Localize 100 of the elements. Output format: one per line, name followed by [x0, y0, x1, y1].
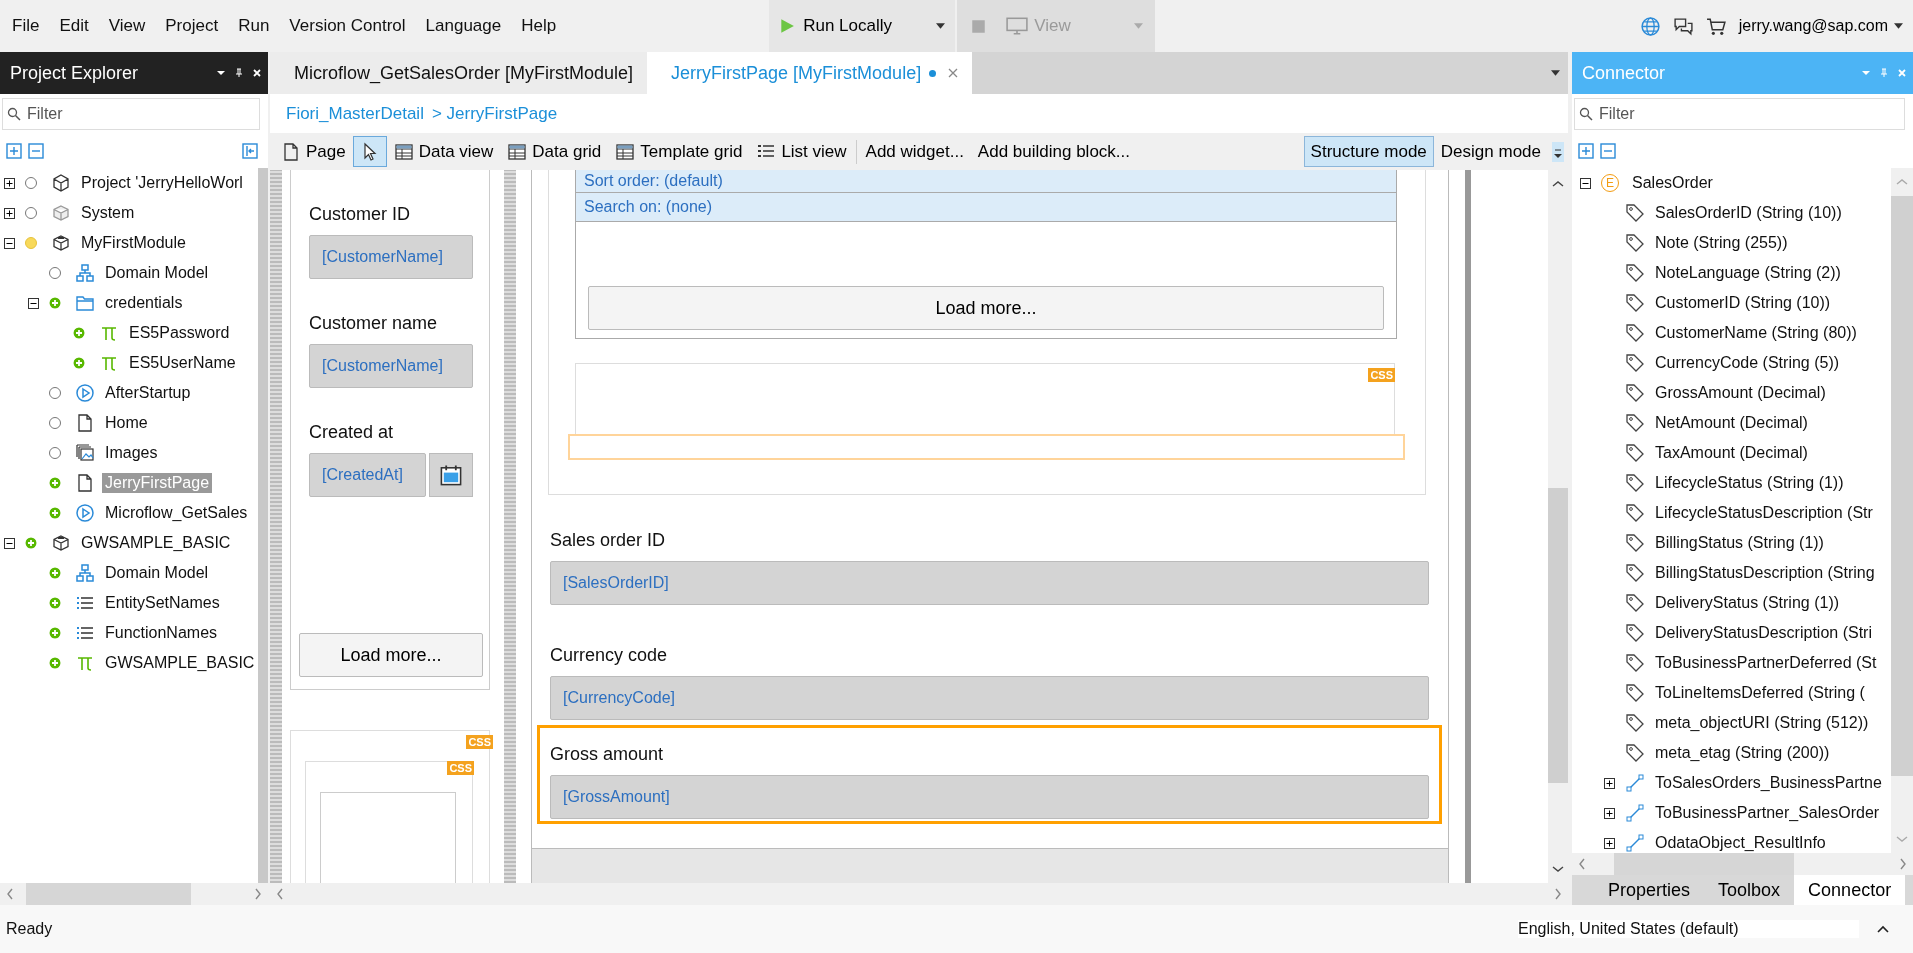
- pin-icon[interactable]: [234, 68, 244, 78]
- tree-item[interactable]: Note (String (255)): [1652, 233, 1791, 253]
- tree-item[interactable]: AfterStartup: [102, 383, 194, 403]
- menu-item[interactable]: View: [98, 16, 156, 36]
- toolbar-button[interactable]: Data view: [386, 136, 501, 167]
- filter-field[interactable]: Filter: [2, 98, 260, 130]
- toolbar-button[interactable]: Data grid: [500, 136, 609, 167]
- collapse-icon[interactable]: [1580, 177, 1591, 189]
- tree-item[interactable]: GWSAMPLE_BASIC: [102, 653, 258, 673]
- scroll-thumb[interactable]: [26, 883, 191, 905]
- expand-icon[interactable]: [1604, 837, 1615, 849]
- expand-all-icon[interactable]: [1578, 143, 1594, 159]
- input-field[interactable]: [GrossAmount]: [550, 775, 1429, 819]
- collapse-icon[interactable]: [28, 297, 39, 309]
- scroll-down-icon[interactable]: [1552, 865, 1564, 873]
- form-field-block[interactable]: Sales order ID [SalesOrderID]: [537, 495, 1442, 610]
- editor-tab[interactable]: Microflow_GetSalesOrder [MyFirstModule]: [270, 52, 648, 94]
- mode-toggle[interactable]: Design mode: [1433, 136, 1548, 167]
- breadcrumb-link[interactable]: Fiori_MasterDetail: [286, 103, 424, 124]
- tree-item[interactable]: SalesOrderID (String (10)): [1652, 203, 1845, 223]
- tree-item[interactable]: BillingStatusDescription (String: [1652, 563, 1878, 583]
- tree-item[interactable]: MyFirstModule: [78, 233, 189, 253]
- tree-item[interactable]: LifecycleStatusDescription (Str: [1652, 503, 1876, 523]
- tree-item[interactable]: TaxAmount (Decimal): [1652, 443, 1811, 463]
- input-field[interactable]: [CreatedAt]: [309, 453, 426, 497]
- editor-tab[interactable]: JerryFirstPage [MyFirstModule]: [647, 52, 973, 94]
- tree-item[interactable]: NetAmount (Decimal): [1652, 413, 1811, 433]
- tree-item[interactable]: Microflow_GetSales: [102, 503, 251, 523]
- scroll-left-icon[interactable]: [1578, 858, 1586, 870]
- vertical-scrollbar[interactable]: [1891, 168, 1913, 853]
- tree-item[interactable]: Images: [102, 443, 161, 463]
- breadcrumb-link[interactable]: > JerryFirstPage: [431, 103, 558, 124]
- tree-item[interactable]: Domain Model: [102, 263, 212, 283]
- tree-item[interactable]: ToBusinessPartner_SalesOrder: [1652, 803, 1883, 823]
- toolbar-button[interactable]: Add widget...: [858, 136, 971, 167]
- menu-item[interactable]: File: [2, 16, 50, 36]
- expand-all-icon[interactable]: [6, 143, 22, 159]
- globe-icon[interactable]: [1639, 15, 1661, 37]
- scroll-up-icon[interactable]: [1552, 180, 1564, 188]
- tab-list-icon[interactable]: [1551, 70, 1560, 76]
- mode-toggle[interactable]: Structure mode: [1303, 136, 1434, 167]
- toolbar-button[interactable]: [352, 136, 387, 167]
- tree-item[interactable]: GrossAmount (Decimal): [1652, 383, 1829, 403]
- tree-item[interactable]: CustomerName (String (80)): [1652, 323, 1860, 343]
- scroll-left-icon[interactable]: [276, 888, 284, 900]
- calendar-button[interactable]: [429, 453, 473, 497]
- chevron-up-icon[interactable]: [1877, 925, 1889, 933]
- language-status[interactable]: English, United States (default): [1518, 920, 1859, 938]
- toolbar-overflow-icon[interactable]: [1552, 141, 1564, 162]
- input-field[interactable]: [CustomerName]: [309, 344, 473, 388]
- expand-icon[interactable]: [4, 207, 15, 219]
- tree-item[interactable]: CurrencyCode (String (5)): [1652, 353, 1843, 373]
- input-field[interactable]: [CurrencyCode]: [550, 676, 1429, 720]
- menu-item[interactable]: Edit: [49, 16, 99, 36]
- chat-icon[interactable]: [1672, 15, 1694, 37]
- menu-item[interactable]: Language: [415, 16, 512, 36]
- horizontal-scrollbar[interactable]: [0, 883, 268, 905]
- tree-item[interactable]: Home: [102, 413, 151, 433]
- tree-item[interactable]: ES5UserName: [126, 353, 239, 373]
- expand-icon[interactable]: [4, 177, 15, 189]
- panel-tab[interactable]: Connector: [1794, 875, 1906, 905]
- tree-item[interactable]: meta_objectURI (String (512)): [1652, 713, 1872, 733]
- run-button[interactable]: Run Locally: [769, 0, 956, 52]
- panel-tab[interactable]: Properties: [1594, 875, 1705, 905]
- tree-item[interactable]: OdataObject_ResultInfo: [1652, 833, 1829, 853]
- tree-item[interactable]: DeliveryStatus (String (1)): [1652, 593, 1843, 613]
- input-field[interactable]: [CustomerName]: [309, 235, 473, 279]
- scroll-left-icon[interactable]: [6, 888, 14, 900]
- input-field[interactable]: [SalesOrderID]: [550, 561, 1429, 605]
- tree-item[interactable]: CustomerID (String (10)): [1652, 293, 1834, 313]
- tree-item[interactable]: Project 'JerryHelloWorl: [78, 173, 246, 193]
- toolbar-button[interactable]: Template grid: [608, 136, 750, 167]
- tree-item[interactable]: ES5Password: [126, 323, 233, 343]
- tree-item[interactable]: credentials: [102, 293, 186, 313]
- link-editor-icon[interactable]: [242, 143, 258, 159]
- collapse-all-icon[interactable]: [28, 143, 44, 159]
- menu-item[interactable]: Run: [228, 16, 280, 36]
- account-menu[interactable]: jerry.wang@sap.com: [1738, 17, 1903, 35]
- filter-field[interactable]: Filter: [1574, 98, 1905, 130]
- tree-item[interactable]: GWSAMPLE_BASIC: [78, 533, 234, 553]
- tree-item[interactable]: System: [78, 203, 138, 223]
- tree-item[interactable]: Domain Model: [102, 563, 212, 583]
- tree-item[interactable]: EntitySetNames: [102, 593, 223, 613]
- collapse-icon[interactable]: [4, 537, 15, 549]
- tree-item[interactable]: DeliveryStatusDescription (Stri: [1652, 623, 1875, 643]
- cart-icon[interactable]: [1705, 15, 1727, 37]
- expand-icon[interactable]: [1604, 807, 1615, 819]
- tree-item[interactable]: BillingStatus (String (1)): [1652, 533, 1827, 553]
- collapse-all-icon[interactable]: [1600, 143, 1616, 159]
- tree-item[interactable]: SalesOrder: [1629, 173, 1716, 193]
- scroll-thumb[interactable]: [1548, 488, 1568, 783]
- tree-item[interactable]: NoteLanguage (String (2)): [1652, 263, 1844, 283]
- scroll-thumb[interactable]: [1891, 196, 1913, 776]
- scroll-right-icon[interactable]: [1554, 888, 1562, 900]
- menu-item[interactable]: Project: [155, 16, 229, 36]
- toolbar-button[interactable]: List view: [749, 136, 854, 167]
- scroll-right-icon[interactable]: [254, 888, 262, 900]
- tree-item[interactable]: FunctionNames: [102, 623, 221, 643]
- dropdown-icon[interactable]: [216, 68, 226, 78]
- tree-item[interactable]: ToLineItemsDeferred (String (: [1652, 683, 1868, 703]
